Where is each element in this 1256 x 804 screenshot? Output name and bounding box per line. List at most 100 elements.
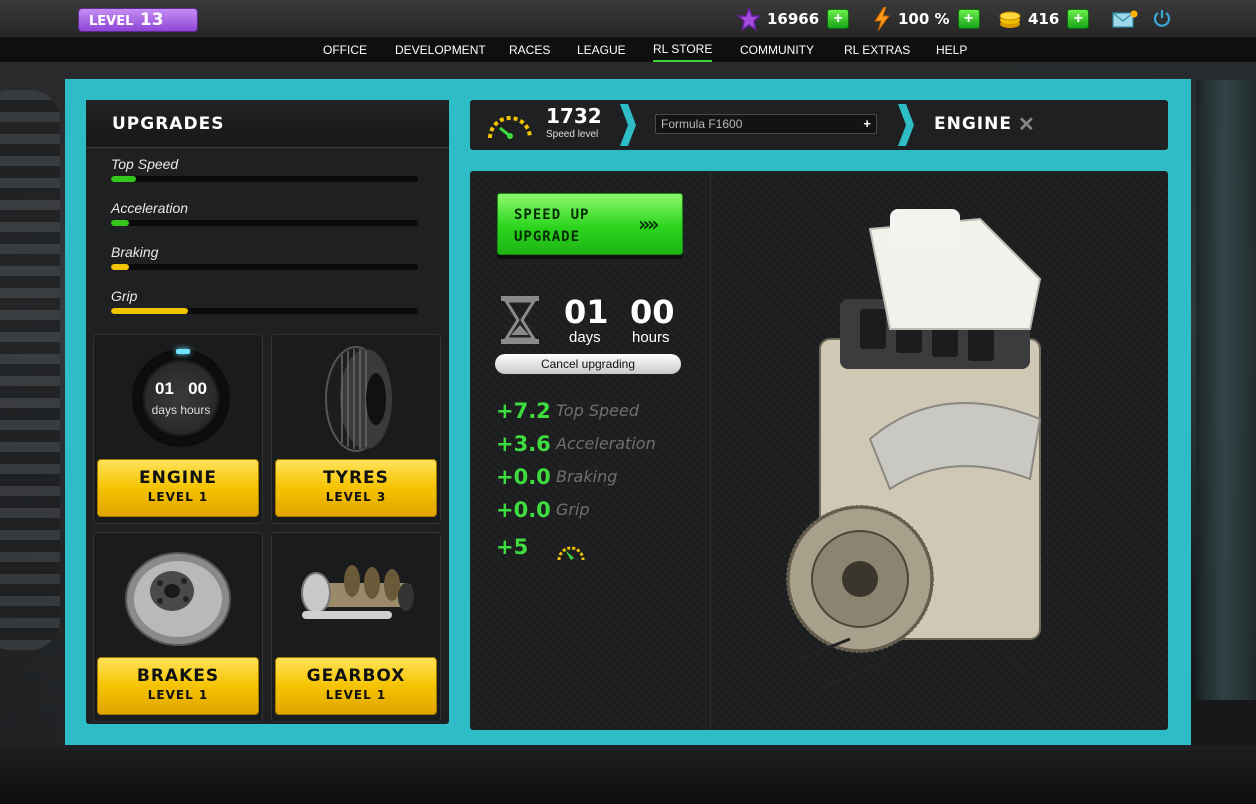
part-card-brakes[interactable]: BRAKES LEVEL 1 bbox=[93, 532, 263, 722]
part-name: BRAKES bbox=[136, 666, 220, 686]
coins-value: 416 bbox=[1028, 10, 1060, 28]
menu-rl-extras[interactable]: RL EXTRAS bbox=[844, 38, 910, 62]
menu-races[interactable]: RACES bbox=[509, 38, 550, 62]
menu-help[interactable]: HELP bbox=[936, 38, 967, 62]
stat-label: Acceleration bbox=[111, 200, 189, 216]
star-icon bbox=[737, 7, 761, 31]
cancel-upgrading-button[interactable]: Cancel upgrading bbox=[495, 354, 681, 374]
car-select-value: Formula F1600 bbox=[661, 117, 743, 131]
part-name: ENGINE bbox=[139, 468, 217, 488]
tyres-button[interactable]: TYRES LEVEL 3 bbox=[275, 459, 437, 517]
part-card-gearbox[interactable]: GEARBOX LEVEL 1 bbox=[271, 532, 441, 722]
part-level: LEVEL 1 bbox=[147, 688, 209, 702]
speedometer-icon bbox=[557, 546, 585, 561]
upgrades-header: UPGRADES bbox=[86, 100, 449, 148]
bonus-value: +7.2 bbox=[496, 399, 551, 423]
bonus-label: Top Speed bbox=[556, 401, 639, 420]
add-energy-button[interactable]: + bbox=[957, 9, 980, 29]
stat-label: Braking bbox=[111, 244, 159, 260]
part-card-engine[interactable]: 01 00 days hours ENGINE LEVEL 1 bbox=[93, 334, 263, 524]
bonus-label: Acceleration bbox=[556, 434, 656, 453]
background-coil bbox=[0, 90, 60, 650]
upgrade-detail-panel: SPEED UP UPGRADE »» 01 days 00 hours Can… bbox=[470, 171, 1168, 730]
part-name: TYRES bbox=[323, 468, 389, 488]
lightning-icon bbox=[874, 7, 890, 31]
menu-community[interactable]: COMMUNITY bbox=[740, 38, 814, 62]
energy-stat: 100 % + bbox=[872, 7, 980, 31]
menu-office[interactable]: OFFICE bbox=[323, 38, 367, 62]
triple-chevron-icon: »» bbox=[638, 212, 659, 236]
stat-bar-fill bbox=[111, 176, 136, 182]
close-icon[interactable]: ✕ bbox=[1018, 112, 1035, 137]
menu-development[interactable]: DEVELOPMENT bbox=[395, 38, 486, 62]
background-floor bbox=[0, 745, 1256, 804]
bonus-value: +0.0 bbox=[496, 498, 551, 522]
menu-league[interactable]: LEAGUE bbox=[577, 38, 626, 62]
tyre-image bbox=[325, 346, 392, 452]
hourglass-icon bbox=[501, 296, 539, 344]
stat-bar-fill bbox=[111, 264, 130, 270]
stat-top-speed: Top Speed bbox=[111, 156, 421, 182]
timer-days-label: days bbox=[151, 403, 177, 417]
bonus-label: Grip bbox=[556, 500, 590, 519]
engine-image bbox=[786, 209, 1051, 691]
timer-units: days hours bbox=[136, 403, 226, 417]
menu-rl-store[interactable]: RL STORE bbox=[653, 38, 713, 62]
chevron-right-icon bbox=[620, 104, 636, 146]
gearbox-button[interactable]: GEARBOX LEVEL 1 bbox=[275, 657, 437, 715]
stat-grip: Grip bbox=[111, 288, 421, 314]
part-title: ENGINE bbox=[934, 114, 1012, 134]
bonus-grip: +0.0 Grip bbox=[496, 498, 590, 522]
timer-glow bbox=[176, 349, 190, 354]
timer-hours-label: hours bbox=[180, 403, 211, 417]
stat-label: Top Speed bbox=[111, 156, 179, 172]
speedup-label-1: SPEED UP bbox=[514, 207, 590, 223]
coins-icon bbox=[999, 11, 1021, 28]
stat-bar-fill bbox=[111, 220, 130, 226]
main-menu: OFFICE DEVELOPMENT RACES LEAGUE RL STORE… bbox=[0, 38, 1256, 62]
chevron-right-icon bbox=[898, 104, 914, 146]
stat-braking: Braking bbox=[111, 244, 421, 270]
bonus-speed-level: +5 bbox=[496, 535, 556, 559]
part-level: LEVEL 1 bbox=[325, 688, 387, 702]
level-label: LEVEL bbox=[89, 14, 134, 29]
add-coins-button[interactable]: + bbox=[1067, 9, 1090, 29]
add-stars-button[interactable]: + bbox=[827, 9, 850, 29]
timer-hours: 00 bbox=[188, 379, 207, 398]
power-icon[interactable] bbox=[1152, 8, 1172, 28]
days-label: days bbox=[569, 329, 601, 346]
hours-value: 00 bbox=[630, 293, 675, 331]
mail-icon[interactable] bbox=[1112, 10, 1138, 28]
speedup-label-2: UPGRADE bbox=[514, 229, 581, 245]
part-level: LEVEL 3 bbox=[325, 490, 387, 504]
top-bar: LEVEL 13 16966 + 100 % + 416 + bbox=[0, 0, 1256, 38]
stat-label: Grip bbox=[111, 288, 138, 304]
stat-bar-fill bbox=[111, 308, 188, 314]
bonus-top-speed: +7.2 Top Speed bbox=[496, 399, 639, 423]
upgrades-panel: UPGRADES Top Speed Acceleration Braking … bbox=[86, 100, 449, 724]
stat-bar bbox=[111, 176, 418, 182]
level-value: 13 bbox=[139, 10, 164, 30]
bonus-label: Braking bbox=[556, 467, 618, 486]
speedometer-icon bbox=[488, 116, 532, 139]
stat-bar bbox=[111, 264, 418, 270]
timer-days: 01 bbox=[154, 379, 174, 398]
bonus-value: +0.0 bbox=[496, 465, 551, 489]
engine-button[interactable]: ENGINE LEVEL 1 bbox=[97, 459, 259, 517]
stat-bar bbox=[111, 220, 418, 226]
stars-stat: 16966 + bbox=[737, 7, 850, 31]
stars-value: 16966 bbox=[767, 10, 820, 28]
bonus-value: +5 bbox=[496, 535, 529, 559]
part-name: GEARBOX bbox=[306, 666, 406, 686]
speed-up-upgrade-button[interactable]: SPEED UP UPGRADE »» bbox=[497, 193, 683, 255]
timer-values: 01 00 bbox=[136, 379, 226, 399]
level-badge: LEVEL 13 bbox=[78, 8, 198, 32]
brakes-button[interactable]: BRAKES LEVEL 1 bbox=[97, 657, 259, 715]
part-card-tyres[interactable]: TYRES LEVEL 3 bbox=[271, 334, 441, 524]
part-header: 1732 Speed level Formula F1600 + ENGINE … bbox=[470, 100, 1168, 150]
brake-disc-image bbox=[125, 552, 231, 646]
bonus-acceleration: +3.6 Acceleration bbox=[496, 432, 656, 456]
upgrades-title: UPGRADES bbox=[112, 114, 225, 134]
stat-bar bbox=[111, 308, 418, 314]
car-select[interactable]: Formula F1600 + bbox=[655, 114, 877, 134]
